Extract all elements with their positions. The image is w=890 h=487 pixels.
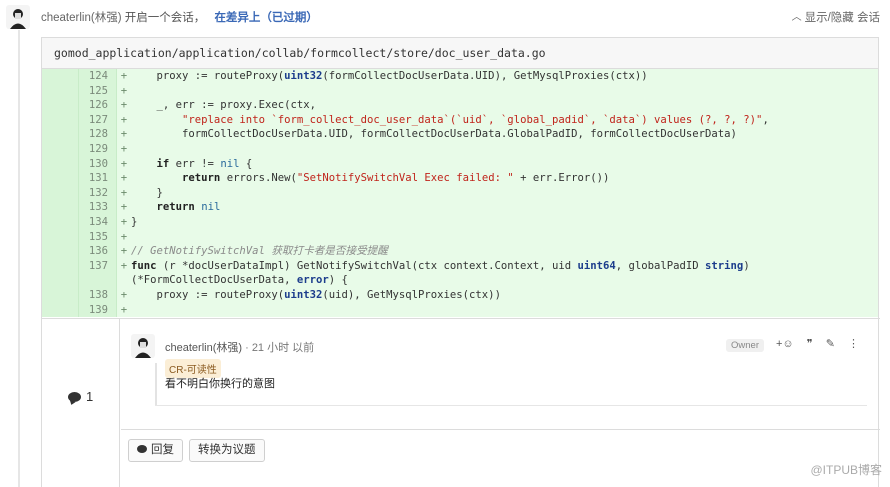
comment-thread: cheaterlin(林强) · 21 小时 以前 Owner +☺ ❞ ✎ ⋮… — [121, 319, 880, 429]
reply-bar: 回复 转换为议题 — [121, 429, 880, 487]
code-line: 131 + return errors.New("SetNotifySwitchV… — [42, 171, 878, 186]
comment-time: · 21 小时 以前 — [245, 342, 315, 354]
comment-meta: cheaterlin(林强) · 21 小时 以前 — [165, 339, 314, 355]
code-line: 137 + func (r *docUserDataImpl) GetNotifyS… — [42, 258, 878, 288]
quote-icon[interactable]: ❞ — [807, 338, 813, 350]
code-line: 136 +// GetNotifySwitchVal 获取打卡者是否接受提醒 — [42, 244, 878, 259]
comment-count-column: 1 — [42, 319, 120, 487]
header-user[interactable]: cheaterlin(林强) — [41, 12, 122, 24]
code-line: 127 + "replace into `form_collect_doc_use… — [42, 112, 878, 128]
code-line: 134 +} — [42, 214, 878, 230]
conversation-header: cheaterlin(林强) 开启一个会话， 在差异上（已过期） ︿ 显示/隐藏 … — [0, 0, 890, 32]
thread-divider — [155, 405, 867, 406]
header-action: 开启一个会话， — [124, 12, 206, 24]
toggle-label: 显示/隐藏 会话 — [804, 12, 880, 24]
code-line: 129 + — [42, 141, 878, 157]
code-line: 139 + — [42, 302, 878, 318]
reply-icon — [137, 445, 147, 453]
timeline-line — [18, 30, 20, 487]
comment-body: 看不明白你换行的意图 — [165, 378, 275, 390]
convert-to-topic-button[interactable]: 转换为议题 — [189, 439, 265, 462]
code-line: 132 + } — [42, 185, 878, 201]
header-text: cheaterlin(林强) 开启一个会话， 在差异上（已过期） — [41, 9, 318, 25]
diff-code: 124 + proxy := routeProxy(uint32(formColl… — [42, 69, 878, 318]
add-reaction-icon[interactable]: +☺ — [776, 338, 794, 350]
code-line: 130 + if err != nil { — [42, 156, 878, 172]
code-line: 128 + formCollectDocUserData.UID, formCol… — [42, 127, 878, 142]
watermark: @ITPUB博客 — [810, 463, 882, 477]
thread-bar — [155, 363, 157, 405]
diff-file-box: gomod_application/application/collab/for… — [41, 37, 880, 487]
code-line: 138 + proxy := routeProxy(uint32(uid), Ge… — [42, 287, 878, 303]
code-line: 125 + — [42, 83, 878, 99]
avatar[interactable] — [6, 5, 30, 29]
toggle-conversation-button[interactable]: ︿ 显示/隐藏 会话 — [792, 9, 880, 25]
code-line: 135 + — [42, 229, 878, 245]
comment-count: 1 — [68, 389, 93, 404]
reply-button[interactable]: 回复 — [128, 439, 183, 462]
comment-count-value: 1 — [86, 389, 94, 404]
owner-badge: Owner — [726, 339, 764, 352]
header-diff-link[interactable]: 在差异上（已过期） — [214, 12, 318, 24]
comment-actions: +☺ ❞ ✎ ⋮ — [776, 337, 869, 350]
file-path: gomod_application/application/collab/for… — [42, 38, 878, 69]
chevron-up-icon: ︿ — [791, 12, 802, 23]
comment-author[interactable]: cheaterlin(林强) — [165, 342, 242, 354]
code-line: 133 + return nil — [42, 200, 878, 215]
reply-label: 回复 — [151, 444, 174, 456]
code-line: 124 + proxy := routeProxy(uint32(formColl… — [42, 69, 878, 84]
comment-bubble-icon — [68, 392, 81, 402]
edit-icon[interactable]: ✎ — [826, 338, 835, 350]
comment-avatar[interactable] — [131, 334, 155, 358]
comment-area: 1 cheaterlin(林强) · 21 小时 以前 Owner +☺ ❞ ✎… — [42, 318, 880, 487]
more-icon[interactable]: ⋮ — [848, 338, 859, 350]
code-line: 126 + _, err := proxy.Exec(ctx, — [42, 98, 878, 113]
